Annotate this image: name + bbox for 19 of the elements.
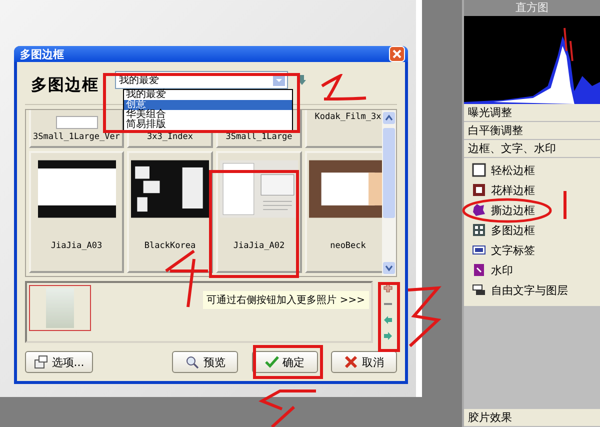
panel-item-label: 文字标签 — [491, 242, 535, 258]
hint-text: 可通过右侧按钮加入更多照片 >>> — [202, 291, 369, 309]
template-label: neoBeck — [330, 241, 366, 253]
template-label: JiaJia_A02 — [233, 241, 285, 253]
panel-item-label: 多图边框 — [491, 222, 535, 238]
panel-item-label: 花样边框 — [491, 182, 535, 198]
panel-item-label: 轻松边框 — [491, 162, 535, 178]
window-title: 多图边框 — [20, 46, 64, 62]
template-label: JiaJia_A03 — [50, 241, 102, 253]
template-label: 3Small_1Large_Ver — [33, 132, 120, 142]
panel-item-label: 水印 — [491, 262, 513, 278]
panel-item-label: 撕边边框 — [491, 202, 535, 218]
dialog-heading: 多图边框 — [31, 74, 99, 96]
template-label: Kodak_Film_3x — [314, 112, 382, 122]
panel-title: 直方图 — [464, 0, 600, 16]
template-label: 3x3_Index — [146, 132, 194, 142]
panel-item-label: 自由文字与图层 — [491, 282, 568, 298]
template-label: BlackKorea — [144, 241, 196, 253]
template-label: 3Small_1Large — [226, 132, 292, 142]
